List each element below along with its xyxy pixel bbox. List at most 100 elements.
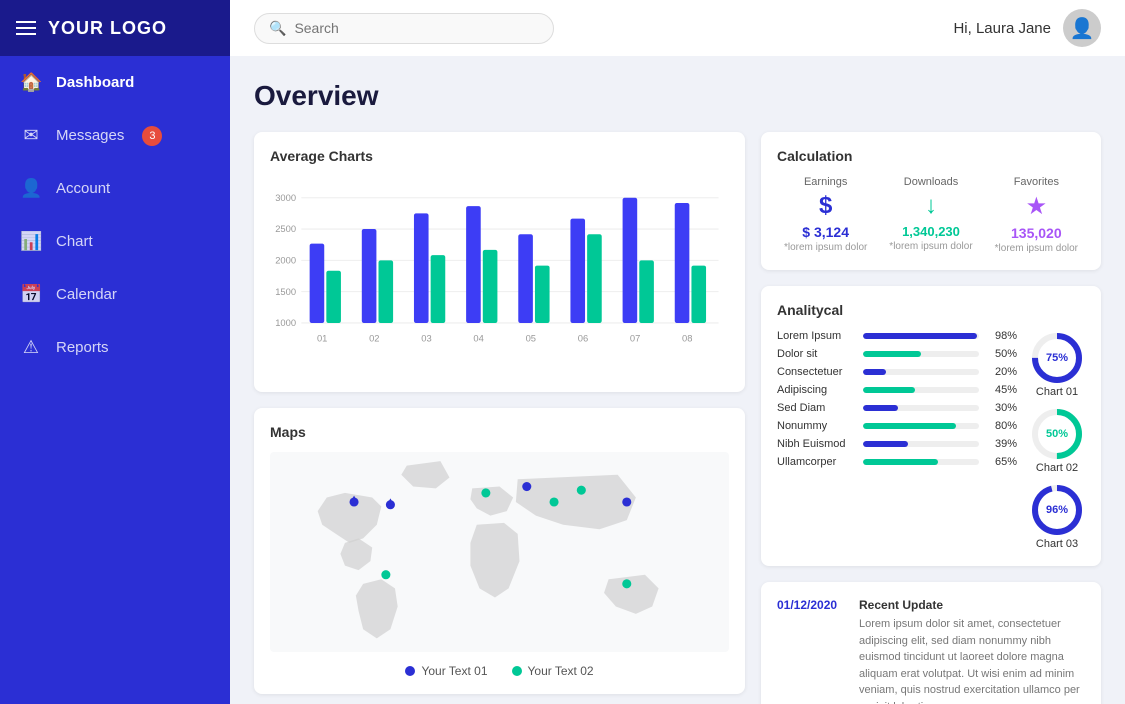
analytics-bar-fill xyxy=(863,333,977,339)
analytics-bar-bg xyxy=(863,351,979,357)
donut-wrap: 75% xyxy=(1029,330,1085,386)
logo: YOUR LOGO xyxy=(48,18,167,39)
maps-title: Maps xyxy=(270,424,729,440)
donut-label: Chart 02 xyxy=(1029,462,1085,474)
analytics-row: Lorem Ipsum 98% xyxy=(777,330,1017,342)
svg-text:04: 04 xyxy=(473,334,483,344)
favorites-label: Favorites xyxy=(988,176,1085,188)
download-icon: ↓ xyxy=(882,192,979,220)
donut-item: 50% Chart 02 xyxy=(1029,406,1085,474)
donut-wrap: 50% xyxy=(1029,406,1085,462)
sidebar-item-chart[interactable]: 📊 Chart xyxy=(0,215,230,268)
analytics-label: Lorem Ipsum xyxy=(777,330,857,342)
home-icon: 🏠 xyxy=(20,72,42,93)
calc-grid: Earnings $ $ 3,124 *lorem ipsum dolor Do… xyxy=(777,176,1085,254)
analytics-label: Dolor sit xyxy=(777,348,857,360)
donut-center-text: 96% xyxy=(1046,504,1068,516)
sidebar-item-calendar[interactable]: 📅 Calendar xyxy=(0,268,230,321)
mail-icon: ✉ xyxy=(20,125,42,146)
maps-card: Maps xyxy=(254,408,745,694)
earnings-sub: *lorem ipsum dolor xyxy=(777,242,874,253)
analytics-bar-bg xyxy=(863,333,979,339)
content-area: Overview Average Charts xyxy=(230,56,1125,704)
analytics-label: Nonummy xyxy=(777,420,857,432)
messages-badge: 3 xyxy=(142,126,162,146)
svg-text:1500: 1500 xyxy=(275,287,296,297)
sidebar-item-reports[interactable]: ⚠ Reports xyxy=(0,321,230,374)
svg-text:2500: 2500 xyxy=(275,224,296,234)
analytics-label: Nibh Euismod xyxy=(777,438,857,450)
analytics-label: Consectetuer xyxy=(777,366,857,378)
donut-item: 96% Chart 03 xyxy=(1029,482,1085,550)
analytics-pct: 50% xyxy=(985,348,1017,360)
analytics-row: Nonummy 80% xyxy=(777,420,1017,432)
analytics-pct: 39% xyxy=(985,438,1017,450)
sidebar-item-label: Dashboard xyxy=(56,74,134,91)
sidebar-item-label: Calendar xyxy=(56,286,117,303)
analytics-bar-fill xyxy=(863,369,886,375)
sidebar-item-label: Account xyxy=(56,180,110,197)
analytics-bar-bg xyxy=(863,369,979,375)
left-column: Average Charts 3000 2500 2000 xyxy=(254,132,745,704)
earnings-item: Earnings $ $ 3,124 *lorem ipsum dolor xyxy=(777,176,874,254)
nav-list: 🏠 Dashboard ✉ Messages 3 👤 Account 📊 Cha… xyxy=(0,56,230,374)
hamburger-menu[interactable] xyxy=(16,21,36,35)
legend-dot-1 xyxy=(405,666,415,676)
world-map xyxy=(270,452,729,652)
search-box[interactable]: 🔍 xyxy=(254,13,554,44)
favorites-value: 135,020 xyxy=(988,225,1085,241)
downloads-value: 1,340,230 xyxy=(882,224,979,239)
topbar: 🔍 Hi, Laura Jane 👤 xyxy=(230,0,1125,56)
svg-text:06: 06 xyxy=(578,334,588,344)
analytics-pct: 98% xyxy=(985,330,1017,342)
avatar[interactable]: 👤 xyxy=(1063,9,1101,47)
analytics-pct: 80% xyxy=(985,420,1017,432)
recent-card-inner: 01/12/2020 Recent Update Lorem ipsum dol… xyxy=(777,598,1085,704)
analytics-bar-fill xyxy=(863,387,915,393)
right-panel: Calculation Earnings $ $ 3,124 *lorem ip… xyxy=(761,132,1101,704)
search-input[interactable] xyxy=(294,20,539,36)
svg-text:07: 07 xyxy=(630,334,640,344)
chart-icon: 📊 xyxy=(20,231,42,252)
analytics-row: Sed Diam 30% xyxy=(777,402,1017,414)
dollar-icon: $ xyxy=(777,192,874,220)
analytics-bar-bg xyxy=(863,459,979,465)
svg-text:1000: 1000 xyxy=(275,318,296,328)
analytics-label: Sed Diam xyxy=(777,402,857,414)
topbar-right: Hi, Laura Jane 👤 xyxy=(953,9,1101,47)
sidebar-item-label: Chart xyxy=(56,233,93,250)
recent-update-card: 01/12/2020 Recent Update Lorem ipsum dol… xyxy=(761,582,1101,704)
analytics-pct: 20% xyxy=(985,366,1017,378)
analytics-row: Ullamcorper 65% xyxy=(777,456,1017,468)
svg-text:08: 08 xyxy=(682,334,692,344)
legend-item-1: Your Text 01 xyxy=(405,664,487,678)
analytics-row: Dolor sit 50% xyxy=(777,348,1017,360)
star-icon: ★ xyxy=(988,192,1085,221)
sidebar-item-account[interactable]: 👤 Account xyxy=(0,162,230,215)
analitycal-inner: Lorem Ipsum 98% Dolor sit 50% Consectetu… xyxy=(777,330,1085,550)
greeting-text: Hi, Laura Jane xyxy=(953,20,1051,37)
calendar-icon: 📅 xyxy=(20,284,42,305)
avg-charts-card: Average Charts 3000 2500 2000 xyxy=(254,132,745,392)
legend-label-2: Your Text 02 xyxy=(528,664,594,678)
sidebar-item-dashboard[interactable]: 🏠 Dashboard xyxy=(0,56,230,109)
avg-charts-title: Average Charts xyxy=(270,148,729,164)
analytics-pct: 30% xyxy=(985,402,1017,414)
recent-text: Lorem ipsum dolor sit amet, consectetuer… xyxy=(859,616,1085,704)
sidebar-item-label: Reports xyxy=(56,339,109,356)
analitycal-bars: Lorem Ipsum 98% Dolor sit 50% Consectetu… xyxy=(777,330,1017,550)
page-title: Overview xyxy=(254,80,1101,112)
recent-content: Recent Update Lorem ipsum dolor sit amet… xyxy=(859,598,1085,704)
legend-item-2: Your Text 02 xyxy=(512,664,594,678)
analytics-bar-bg xyxy=(863,441,979,447)
favorites-item: Favorites ★ 135,020 *lorem ipsum dolor xyxy=(988,176,1085,254)
analytics-bar-bg xyxy=(863,423,979,429)
search-icon: 🔍 xyxy=(269,20,286,37)
analytics-label: Adipiscing xyxy=(777,384,857,396)
donut-label: Chart 01 xyxy=(1029,386,1085,398)
legend-label-1: Your Text 01 xyxy=(421,664,487,678)
analytics-label: Ullamcorper xyxy=(777,456,857,468)
sidebar-item-messages[interactable]: ✉ Messages 3 xyxy=(0,109,230,162)
donut-label: Chart 03 xyxy=(1029,538,1085,550)
analytics-bar-fill xyxy=(863,351,921,357)
